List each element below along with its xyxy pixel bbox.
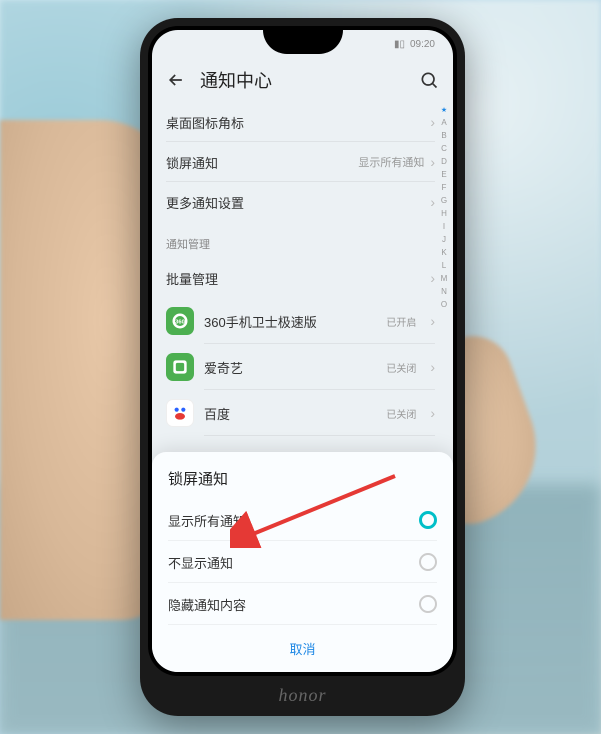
app-name: 爱奇艺 <box>204 358 376 377</box>
back-icon[interactable] <box>166 70 186 90</box>
radio-icon <box>419 595 437 613</box>
search-icon[interactable] <box>419 70 439 90</box>
row-batch-manage[interactable]: 批量管理 › <box>152 258 453 298</box>
row-label: 更多通知设置 <box>166 193 430 212</box>
index-letter[interactable]: A <box>441 118 446 127</box>
index-letter[interactable]: J <box>442 235 446 244</box>
chevron-right-icon: › <box>430 313 435 329</box>
app-name: 百度 <box>204 404 376 423</box>
index-letter[interactable]: C <box>441 144 447 153</box>
row-more-settings[interactable]: 更多通知设置 › <box>152 182 453 222</box>
radio-icon <box>419 553 437 571</box>
chevron-right-icon: › <box>430 270 435 286</box>
option-show-all[interactable]: 显示所有通知 <box>152 499 453 541</box>
option-label: 显示所有通知 <box>168 511 419 530</box>
index-star[interactable]: ★ <box>441 106 447 114</box>
index-letter[interactable]: I <box>443 222 445 231</box>
status-time: 09:20 <box>410 39 435 50</box>
section-manage: 通知管理 <box>152 222 453 258</box>
phone-brand: honor <box>140 685 465 706</box>
radio-selected-icon <box>419 511 437 529</box>
chevron-right-icon: › <box>430 405 435 421</box>
row-desktop-badge[interactable]: 桌面图标角标 › <box>152 102 453 142</box>
alpha-index[interactable]: ★ A B C D E F G H I J K L M N O <box>438 102 450 309</box>
app-row-baidu[interactable]: 百度 已关闭 › <box>152 390 453 436</box>
row-lockscreen-notification[interactable]: 锁屏通知 显示所有通知 › <box>152 142 453 182</box>
row-label: 锁屏通知 <box>166 153 358 172</box>
chevron-right-icon: › <box>430 154 435 170</box>
app-row-360[interactable]: 360 360手机卫士极速版 已开启 › <box>152 298 453 344</box>
index-letter[interactable]: H <box>441 209 447 218</box>
index-letter[interactable]: M <box>441 274 448 283</box>
svg-text:360: 360 <box>175 320 185 326</box>
row-label: 桌面图标角标 <box>166 113 430 132</box>
index-letter[interactable]: D <box>441 157 447 166</box>
index-letter[interactable]: B <box>441 131 446 140</box>
chevron-right-icon: › <box>430 359 435 375</box>
option-label: 不显示通知 <box>168 553 419 572</box>
chevron-right-icon: › <box>430 194 435 210</box>
screen: ▮▯ 09:20 通知中心 ★ A B C D E <box>152 30 453 672</box>
index-letter[interactable]: O <box>441 300 447 309</box>
option-label: 隐藏通知内容 <box>168 595 419 614</box>
row-label: 批量管理 <box>166 269 430 288</box>
phone-frame: ▮▯ 09:20 通知中心 ★ A B C D E <box>140 18 465 716</box>
app-icon <box>166 399 194 427</box>
action-sheet: 锁屏通知 显示所有通知 不显示通知 隐藏通知内容 取消 <box>152 452 453 672</box>
cancel-button[interactable]: 取消 <box>152 625 453 668</box>
sheet-title: 锁屏通知 <box>152 452 453 499</box>
index-letter[interactable]: L <box>442 261 446 270</box>
app-status: 已关闭 <box>386 360 416 375</box>
content: ★ A B C D E F G H I J K L M N O <box>152 102 453 672</box>
app-status: 已开启 <box>386 314 416 329</box>
app-name: 360手机卫士极速版 <box>204 312 376 331</box>
app-row-iqiyi[interactable]: 爱奇艺 已关闭 › <box>152 344 453 390</box>
index-letter[interactable]: F <box>442 183 447 192</box>
header: 通知中心 <box>152 58 453 102</box>
index-letter[interactable]: G <box>441 196 447 205</box>
app-icon: 360 <box>166 307 194 335</box>
index-letter[interactable]: N <box>441 287 447 296</box>
app-status: 已关闭 <box>386 406 416 421</box>
page-title: 通知中心 <box>200 67 405 93</box>
chevron-right-icon: › <box>430 114 435 130</box>
index-letter[interactable]: E <box>441 170 446 179</box>
app-icon <box>166 353 194 381</box>
battery-icon: ▮▯ <box>394 39 405 50</box>
notch <box>263 30 343 54</box>
option-hide-content[interactable]: 隐藏通知内容 <box>152 583 453 625</box>
index-letter[interactable]: K <box>441 248 446 257</box>
row-value: 显示所有通知 <box>358 154 424 170</box>
option-hide-all[interactable]: 不显示通知 <box>152 541 453 583</box>
